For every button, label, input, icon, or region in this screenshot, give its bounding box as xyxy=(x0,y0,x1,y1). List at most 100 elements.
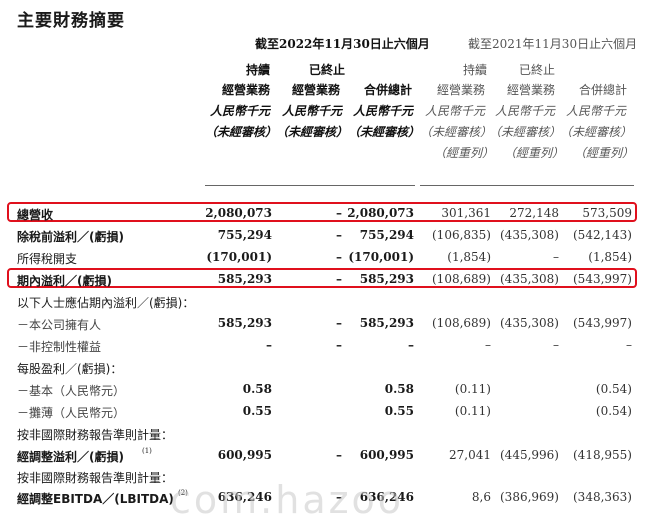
table-row: －非控制性權益 – – – – – – xyxy=(0,335,654,357)
cell-col5: (435,308) xyxy=(500,228,559,242)
table-row: 經調整溢利／(虧損) (1) 600,995 – 600,995 27,041 (445,9… xyxy=(0,445,654,467)
col5-line1: 已終止 xyxy=(519,63,556,77)
cell-col5: (445,996) xyxy=(500,448,559,462)
col1-audit: （未經審核） xyxy=(205,125,278,139)
cell-col5: (386,969) xyxy=(500,490,559,504)
col6-unit: 人民幣千元 xyxy=(566,104,627,118)
col4-line1: 持續 xyxy=(463,63,488,77)
cell-col4: (108,689) xyxy=(432,316,491,330)
cell-col2: – xyxy=(336,228,342,242)
cell-col4: (106,835) xyxy=(432,228,491,242)
col3-line2: 合併總計 xyxy=(364,83,413,97)
cell-col6: (543,997) xyxy=(573,316,632,330)
col4-line2: 經營業務 xyxy=(437,83,486,97)
cell-col1: 600,995 xyxy=(217,448,272,462)
col2-unit: 人民幣千元 xyxy=(282,104,343,118)
cell-col1: 0.58 xyxy=(242,382,272,396)
cell-col1: 2,080,073 xyxy=(205,206,272,220)
header-rule-2022 xyxy=(205,185,415,186)
cell-col2: – xyxy=(336,316,342,330)
cell-col3: 585,293 xyxy=(359,272,414,286)
col5-audit: （未經審核） xyxy=(489,125,562,139)
cell-col4: 27,041 xyxy=(449,448,491,462)
row-label: 每股盈利／(虧損)： xyxy=(17,362,123,376)
col4-unit: 人民幣千元 xyxy=(425,104,486,118)
cell-col5: – xyxy=(553,338,559,352)
cell-col2: – xyxy=(336,272,342,286)
footnote-marker: (1) xyxy=(142,447,152,455)
cell-col5: 272,148 xyxy=(509,206,559,220)
col6-audit: （未經審核） xyxy=(560,125,633,139)
col4-extra: （經重列） xyxy=(434,146,495,160)
col1-unit: 人民幣千元 xyxy=(210,104,271,118)
cell-col1: (170,001) xyxy=(206,250,272,264)
cell-col2: – xyxy=(336,206,342,220)
col1-line1: 持續 xyxy=(246,63,271,77)
cell-col3: 755,294 xyxy=(359,228,414,242)
row-label: 期內溢利／(虧損) xyxy=(17,274,112,288)
col2-audit: （未經審核） xyxy=(276,125,349,139)
cell-col4: (0.11) xyxy=(454,404,491,418)
col6-line2: 合併總計 xyxy=(579,83,628,97)
cell-col4: 8,6 xyxy=(471,490,491,504)
cell-col2: – xyxy=(336,338,342,352)
cell-col3: 636,246 xyxy=(359,490,414,504)
row-label: 經調整溢利／(虧損) xyxy=(17,450,124,464)
cell-col5: (435,308) xyxy=(500,272,559,286)
row-label: －基本（人民幣元） xyxy=(17,384,126,398)
cell-col6: (542,143) xyxy=(573,228,632,242)
cell-col3: 2,080,073 xyxy=(347,206,414,220)
table-row: 經調整EBITDA／(LBITDA) (2) 636,246 – 636,246 8,6 (… xyxy=(0,487,654,509)
table-row: 總營收 2,080,073–2,080,073 301,361 272,148 573,… xyxy=(0,203,654,225)
col5-extra: （經重列） xyxy=(504,146,565,160)
cell-col3: 0.55 xyxy=(384,404,414,418)
page-title: 主要財務摘要 xyxy=(17,11,125,31)
cell-col6: (0.54) xyxy=(595,404,632,418)
cell-col1: 636,246 xyxy=(217,490,272,504)
table-row: 所得稅開支 (170,001) – (170,001) (1,854) – (1,854) xyxy=(0,247,654,269)
header-rule-2021 xyxy=(420,185,634,186)
cell-col6: (0.54) xyxy=(595,382,632,396)
row-label: 總營收 xyxy=(17,208,54,222)
cell-col4: 301,361 xyxy=(441,206,491,220)
col1-line2: 經營業務 xyxy=(222,83,271,97)
table-row: －本公司擁有人 585,293 – 585,293 (108,689) (435,308)… xyxy=(0,313,654,335)
period-2022-header: 截至2022年11月30日止六個月 xyxy=(255,37,430,51)
cell-col2: – xyxy=(336,490,342,504)
row-label: 經調整EBITDA／(LBITDA) xyxy=(17,492,174,506)
cell-col2: – xyxy=(336,250,342,264)
cell-col4: (1,854) xyxy=(447,250,491,264)
cell-col3: (170,001) xyxy=(348,250,414,264)
col5-unit: 人民幣千元 xyxy=(495,104,556,118)
cell-col1: 585,293 xyxy=(217,316,272,330)
cell-col3: 600,995 xyxy=(359,448,414,462)
row-label: 按非國際財務報告準則計量： xyxy=(17,471,174,485)
cell-col3: 0.58 xyxy=(384,382,414,396)
cell-col1: 585,293 xyxy=(217,272,272,286)
row-label: 除稅前溢利／(虧損) xyxy=(17,230,124,244)
cell-col6: (543,997) xyxy=(573,272,632,286)
col6-extra: （經重列） xyxy=(574,146,635,160)
col5-line2: 經營業務 xyxy=(507,83,556,97)
cell-col1: 755,294 xyxy=(217,228,272,242)
table-row: 期內溢利／(虧損) 585,293 – 585,293 (108,689) (435,30… xyxy=(0,269,654,291)
table-row: －攤薄（人民幣元） 0.55 0.55 (0.11) (0.54) xyxy=(0,401,654,423)
row-label: 按非國際財務報告準則計量： xyxy=(17,428,174,442)
row-label: －攤薄（人民幣元） xyxy=(17,406,126,420)
table-row: －基本（人民幣元） 0.58 0.58 (0.11) (0.54) xyxy=(0,379,654,401)
cell-col4: (108,689) xyxy=(432,272,491,286)
cell-col4: (0.11) xyxy=(454,382,491,396)
cell-col5: – xyxy=(553,250,559,264)
row-label: －非控制性權益 xyxy=(17,340,102,354)
row-label: 所得稅開支 xyxy=(17,252,78,266)
col3-unit: 人民幣千元 xyxy=(353,104,414,118)
col4-audit: （未經審核） xyxy=(420,125,493,139)
table-row: 按非國際財務報告準則計量： xyxy=(0,423,654,445)
table-row: 以下人士應佔期內溢利／(虧損)： xyxy=(0,291,654,313)
table-row: 按非國際財務報告準則計量： xyxy=(0,466,654,488)
col3-audit: （未經審核） xyxy=(348,125,421,139)
cell-col6: – xyxy=(626,338,632,352)
cell-col5: (435,308) xyxy=(500,316,559,330)
cell-col6: (348,363) xyxy=(573,490,632,504)
cell-col6: (1,854) xyxy=(588,250,632,264)
